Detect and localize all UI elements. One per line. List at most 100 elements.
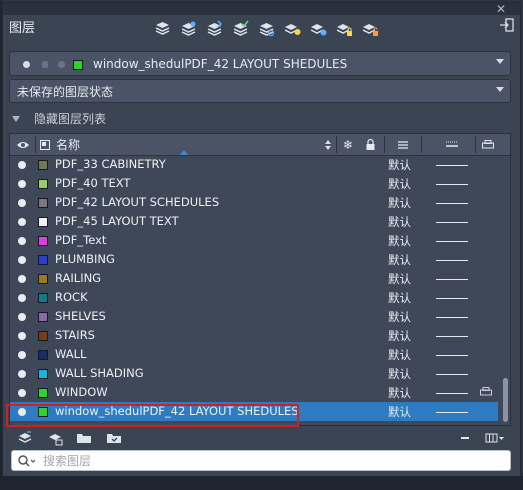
visibility-dot-icon[interactable] bbox=[18, 275, 26, 283]
layer-color-swatch[interactable] bbox=[38, 293, 48, 303]
layer-row[interactable]: STAIRS 默认 bbox=[10, 326, 498, 345]
layer-linetype[interactable]: 默认 bbox=[388, 214, 411, 230]
layer-linetype[interactable]: 默认 bbox=[388, 385, 411, 401]
layer-linetype[interactable]: 默认 bbox=[388, 157, 411, 173]
lineweight-sample[interactable] bbox=[436, 355, 468, 356]
layer-color-swatch[interactable] bbox=[38, 350, 48, 360]
column-name-header[interactable]: 名称 bbox=[40, 134, 80, 155]
layer-linetype[interactable]: 默认 bbox=[388, 404, 411, 420]
visibility-dot-icon[interactable] bbox=[18, 237, 26, 245]
layer-color-swatch[interactable] bbox=[38, 179, 48, 189]
layer-isolate-button[interactable] bbox=[257, 18, 276, 40]
layer-row[interactable]: WALL SHADING 默认 bbox=[10, 364, 498, 383]
visibility-dot-icon[interactable] bbox=[18, 199, 26, 207]
visibility-dot-icon[interactable] bbox=[18, 294, 26, 302]
printer-icon[interactable] bbox=[480, 386, 492, 396]
column-on-header[interactable] bbox=[16, 134, 30, 155]
layer-color-swatch[interactable] bbox=[38, 160, 48, 170]
lineweight-sample[interactable] bbox=[436, 222, 468, 223]
current-layer-dropdown[interactable]: window_shedulPDF_42 LAYOUT SHEDULES bbox=[9, 51, 511, 76]
layer-linetype[interactable]: 默认 bbox=[388, 195, 411, 211]
new-layer-button[interactable] bbox=[153, 18, 172, 40]
layer-row[interactable]: WALL 默认 bbox=[10, 345, 498, 364]
layer-linetype[interactable]: 默认 bbox=[388, 290, 411, 306]
layer-unlock-button[interactable] bbox=[361, 18, 380, 40]
lineweight-sample[interactable] bbox=[436, 317, 468, 318]
set-current-button[interactable] bbox=[231, 18, 250, 40]
column-linetype-header[interactable] bbox=[398, 134, 408, 155]
layer-linetype[interactable]: 默认 bbox=[388, 328, 411, 344]
layer-color-swatch[interactable] bbox=[38, 369, 48, 379]
minus-icon[interactable] bbox=[457, 430, 473, 446]
layer-color-swatch[interactable] bbox=[38, 255, 48, 265]
visibility-dot-icon[interactable] bbox=[18, 332, 26, 340]
layer-color-swatch[interactable] bbox=[38, 407, 48, 417]
column-plot-header[interactable] bbox=[482, 134, 494, 155]
layer-row[interactable]: PLUMBING 默认 bbox=[10, 250, 498, 269]
visibility-dot-icon[interactable] bbox=[18, 218, 26, 226]
lineweight-sample[interactable] bbox=[436, 260, 468, 261]
layer-row[interactable]: PDF_40 TEXT 默认 bbox=[10, 174, 498, 193]
search-icon[interactable] bbox=[17, 454, 37, 468]
layer-walk-button[interactable] bbox=[205, 18, 224, 40]
visibility-dot-icon[interactable] bbox=[18, 180, 26, 188]
lineweight-sample[interactable] bbox=[436, 336, 468, 337]
lineweight-sample[interactable] bbox=[436, 298, 468, 299]
layer-off-button[interactable] bbox=[283, 18, 302, 40]
layer-color-swatch[interactable] bbox=[38, 217, 48, 227]
layer-properties-icon[interactable] bbox=[17, 430, 33, 446]
lineweight-sample[interactable] bbox=[436, 412, 468, 413]
layer-row[interactable]: window_shedulPDF_42 LAYOUT SHEDULES 默认 bbox=[10, 402, 498, 421]
layer-color-swatch[interactable] bbox=[38, 388, 48, 398]
layer-color-swatch[interactable] bbox=[38, 274, 48, 284]
layer-linetype[interactable]: 默认 bbox=[388, 366, 411, 382]
layer-state-dropdown[interactable]: 未保存的图层状态 bbox=[9, 79, 511, 103]
visibility-dot-icon[interactable] bbox=[18, 256, 26, 264]
lineweight-sample[interactable] bbox=[436, 279, 468, 280]
layer-linetype[interactable]: 默认 bbox=[388, 176, 411, 192]
sort-toggle[interactable] bbox=[324, 134, 332, 155]
layer-linetype[interactable]: 默认 bbox=[388, 309, 411, 325]
layer-freeze-button[interactable] bbox=[309, 18, 328, 40]
scrollbar-thumb[interactable] bbox=[503, 378, 508, 422]
visibility-dot-icon[interactable] bbox=[18, 351, 26, 359]
lineweight-sample[interactable] bbox=[436, 374, 468, 375]
lineweight-sample[interactable] bbox=[436, 241, 468, 242]
lineweight-sample[interactable] bbox=[436, 184, 468, 185]
layer-row[interactable]: PDF_42 LAYOUT SCHEDULES 默认 bbox=[10, 193, 498, 212]
layer-row[interactable]: WINDOW 默认 bbox=[10, 383, 498, 402]
column-lock-header[interactable] bbox=[366, 134, 375, 155]
layer-row[interactable]: PDF_45 LAYOUT TEXT 默认 bbox=[10, 212, 498, 231]
layer-linetype[interactable]: 默认 bbox=[388, 347, 411, 363]
close-icon[interactable]: ✕ bbox=[496, 3, 506, 15]
layer-row[interactable]: ROCK 默认 bbox=[10, 288, 498, 307]
columns-menu-icon[interactable] bbox=[485, 430, 505, 446]
visibility-dot-icon[interactable] bbox=[18, 313, 26, 321]
column-lineweight-header[interactable] bbox=[446, 134, 458, 155]
layer-lock-button[interactable] bbox=[335, 18, 354, 40]
layer-merge-icon[interactable] bbox=[47, 430, 63, 446]
layer-row[interactable]: PDF_Text 默认 bbox=[10, 231, 498, 250]
folder-open-icon[interactable] bbox=[106, 430, 122, 446]
layer-linetype[interactable]: 默认 bbox=[388, 233, 411, 249]
lineweight-sample[interactable] bbox=[436, 165, 468, 166]
visibility-dot-icon[interactable] bbox=[18, 408, 26, 416]
lineweight-sample[interactable] bbox=[436, 393, 468, 394]
search-input[interactable] bbox=[41, 452, 445, 469]
lineweight-sample[interactable] bbox=[436, 203, 468, 204]
folder-icon[interactable] bbox=[76, 430, 92, 446]
visibility-dot-icon[interactable] bbox=[18, 389, 26, 397]
layer-row[interactable]: SHELVES 默认 bbox=[10, 307, 498, 326]
column-freeze-header[interactable]: ❄ bbox=[343, 134, 353, 155]
layer-color-swatch[interactable] bbox=[38, 312, 48, 322]
hidden-layer-list-toggle[interactable]: 隐藏图层列表 bbox=[12, 110, 106, 127]
vertical-scrollbar[interactable] bbox=[501, 155, 510, 425]
layer-color-swatch[interactable] bbox=[38, 331, 48, 341]
dock-panel-icon[interactable] bbox=[499, 17, 515, 33]
layer-color-swatch[interactable] bbox=[38, 236, 48, 246]
layer-color-swatch[interactable] bbox=[38, 198, 48, 208]
layer-linetype[interactable]: 默认 bbox=[388, 271, 411, 287]
visibility-dot-icon[interactable] bbox=[18, 161, 26, 169]
layer-linetype[interactable]: 默认 bbox=[388, 252, 411, 268]
new-layer-vp-frozen-button[interactable] bbox=[179, 18, 198, 40]
